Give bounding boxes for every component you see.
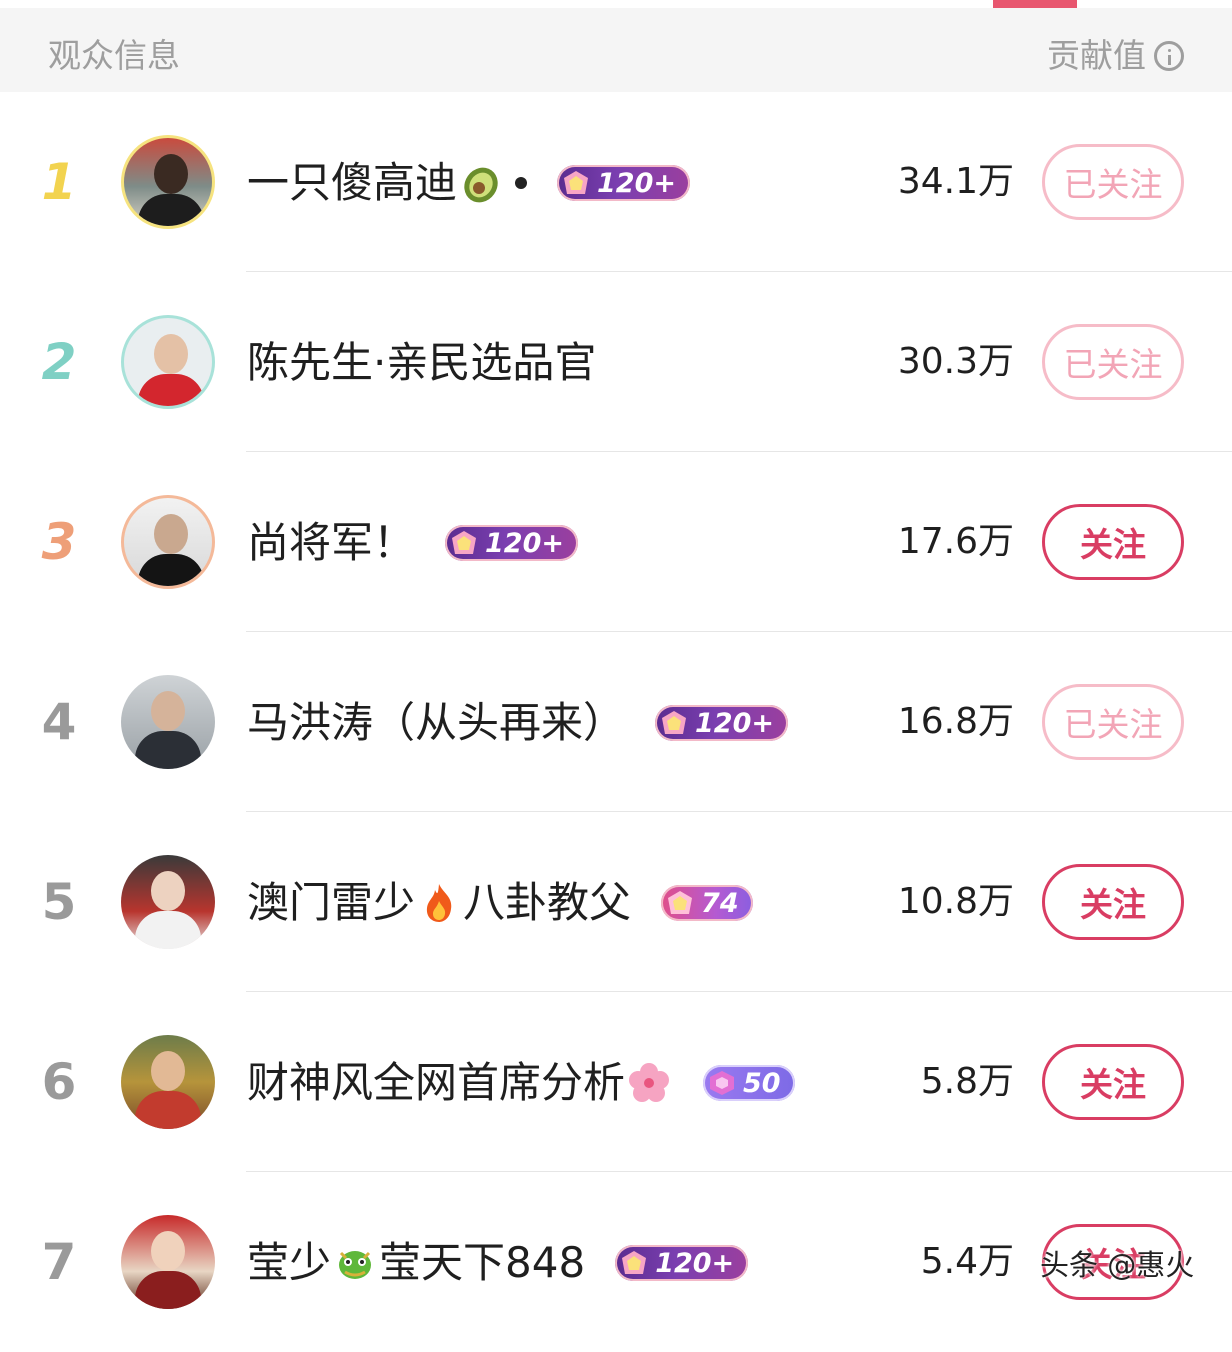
rank-number: 6 (41, 1053, 77, 1111)
level-badge: 74 (661, 885, 753, 921)
user-name-group[interactable]: 尚将军！ 120+ (247, 516, 578, 570)
user-name-group[interactable]: 财神风全网首席分析 50 (247, 1056, 795, 1110)
followed-button[interactable]: 已关注 (1042, 684, 1184, 760)
watermark: 头条 @惠火 (1040, 1248, 1195, 1282)
fire-emoji (417, 881, 461, 925)
contribution-value: 17.6万 (897, 521, 1014, 562)
audience-info-label: 观众信息 (48, 36, 180, 75)
contribution-value: 34.1万 (897, 161, 1014, 202)
contribution-label-group[interactable]: 贡献值 (1047, 34, 1184, 78)
list-item[interactable]: 4 马洪涛（从头再来） 120+ 16.8万 已关注 (0, 632, 1232, 812)
list-item[interactable]: 3 尚将军！ 120+ 17.6万 关注 (0, 452, 1232, 632)
list-header: 观众信息 贡献值 (0, 8, 1232, 92)
user-name-part: 莹少 (247, 1238, 332, 1287)
follow-button[interactable]: 关注 (1042, 864, 1184, 940)
level-badge: 120+ (445, 525, 578, 561)
level-value: 120+ (655, 1247, 735, 1279)
user-name-group[interactable]: 马洪涛（从头再来） 120+ (247, 696, 788, 750)
crown-gem-icon (619, 1248, 649, 1278)
follow-button[interactable]: 关注 (1042, 1044, 1184, 1120)
contribution-value: 16.8万 (897, 701, 1014, 742)
followed-button[interactable]: 已关注 (1042, 324, 1184, 400)
user-name-group[interactable]: 澳门雷少 八卦教父 74 (247, 876, 753, 930)
level-badge: 120+ (615, 1245, 749, 1281)
level-badge: 120+ (655, 705, 788, 741)
contribution-value: 5.4万 (920, 1241, 1014, 1282)
user-name-group[interactable]: 莹少 莹天下848 120+ (247, 1236, 749, 1290)
active-tab-indicator (993, 0, 1077, 8)
avocado-emoji (459, 161, 503, 205)
gem-icon (707, 1068, 737, 1098)
level-value: 120+ (485, 527, 564, 559)
rank-number: 7 (41, 1233, 77, 1291)
crown-gem-icon (561, 168, 591, 198)
bullet-dot (515, 177, 528, 189)
rank-number: 5 (41, 873, 77, 931)
list-item[interactable]: 5 澳门雷少 八卦教父 74 10.8万 关注 (0, 812, 1232, 992)
avatar[interactable] (121, 675, 215, 769)
user-name-group[interactable]: 陈先生·亲民选品官 (247, 336, 596, 390)
avatar[interactable] (121, 855, 215, 949)
cherry-blossom-emoji (627, 1061, 671, 1105)
rank-number: 1 (41, 153, 77, 211)
rank-number: 2 (41, 333, 77, 391)
crown-gem-icon (659, 708, 689, 738)
rank-number: 4 (41, 693, 77, 751)
level-value: 120+ (597, 167, 676, 199)
crown-gem-icon (449, 528, 479, 558)
rank-number: 3 (41, 513, 77, 571)
user-name: 尚将军！ (247, 518, 416, 567)
user-name: 一只傻高迪 (247, 158, 458, 207)
contribution-value: 5.8万 (920, 1061, 1014, 1102)
avatar[interactable] (121, 135, 215, 229)
user-name: 马洪涛（从头再来） (247, 698, 626, 747)
user-name-group[interactable]: 一只傻高迪 120+ (247, 156, 690, 210)
level-value: 120+ (695, 707, 774, 739)
contribution-value: 10.8万 (897, 881, 1014, 922)
user-name-part: 莹天下848 (379, 1238, 586, 1287)
contribution-value: 30.3万 (897, 341, 1014, 382)
user-name-part: 澳门雷少 (247, 878, 416, 927)
dragon-emoji (333, 1241, 377, 1285)
avatar[interactable] (121, 1215, 215, 1309)
info-circle-icon[interactable] (1154, 41, 1184, 71)
user-name-part: 八卦教父 (463, 878, 632, 927)
level-value: 74 (701, 887, 739, 919)
level-badge: 120+ (557, 165, 690, 201)
list-item[interactable]: 2 陈先生·亲民选品官 30.3万 已关注 (0, 272, 1232, 452)
followed-button[interactable]: 已关注 (1042, 144, 1184, 220)
user-name: 陈先生·亲民选品官 (247, 338, 597, 387)
level-value: 50 (743, 1067, 781, 1099)
list-item[interactable]: 1 一只傻高迪 120+ 34.1万 已关注 (0, 92, 1232, 272)
crown-gem-icon (665, 888, 695, 918)
contribution-label: 贡献值 (1047, 36, 1146, 75)
follow-button[interactable]: 关注 (1042, 504, 1184, 580)
avatar[interactable] (121, 315, 215, 409)
level-badge: 50 (703, 1065, 795, 1101)
user-name: 财神风全网首席分析 (247, 1058, 626, 1107)
avatar[interactable] (121, 495, 215, 589)
list-item[interactable]: 6 财神风全网首席分析 50 5.8万 关注 (0, 992, 1232, 1172)
avatar[interactable] (121, 1035, 215, 1129)
